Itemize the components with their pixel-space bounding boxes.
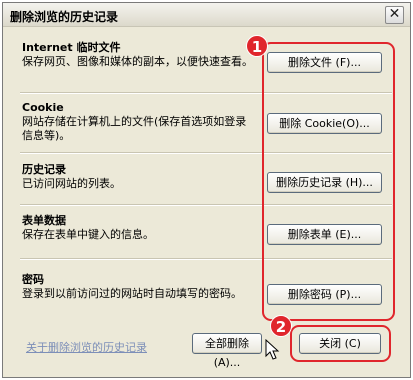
section-description: 网站存储在计算机上的文件(保存首选项如登录信息等)。 [22, 115, 247, 142]
annotation-badge-1: 1 [246, 35, 268, 57]
section-description: 已访问网站的列表。 [22, 177, 121, 190]
section-description: 保存在表单中键入的信息。 [22, 228, 154, 241]
section-description: 登录到以前访问过的网站时自动填写的密码。 [22, 287, 242, 300]
section-cookie: Cookie 网站存储在计算机上的文件(保存首选项如登录信息等)。 [22, 101, 254, 143]
section-title: Cookie [22, 101, 64, 114]
highlight-box-close [290, 325, 391, 362]
highlight-box-buttons [262, 42, 395, 321]
section-title: 表单数据 [22, 214, 66, 227]
about-link[interactable]: 关于删除浏览的历史记录 [26, 339, 147, 355]
dialog-title: 删除浏览的历史记录 [10, 10, 119, 24]
section-title: 历史记录 [22, 163, 66, 176]
section-title: Internet 临时文件 [22, 41, 121, 54]
section-history: 历史记录 已访问网站的列表。 [22, 163, 254, 191]
annotation-badge-2: 2 [270, 315, 292, 337]
section-description: 保存网页、图像和媒体的副本，以便快速查看。 [22, 55, 253, 68]
section-form-data: 表单数据 保存在表单中键入的信息。 [22, 214, 254, 242]
close-icon[interactable]: ✕ [385, 6, 404, 24]
delete-all-button[interactable]: 全部删除 (A)... [192, 333, 262, 369]
section-passwords: 密码 登录到以前访问过的网站时自动填写的密码。 [22, 273, 254, 301]
mouse-cursor-icon [265, 339, 280, 360]
section-title: 密码 [22, 273, 44, 286]
title-bar: 删除浏览的历史记录 ✕ [3, 3, 410, 27]
section-temp-files: Internet 临时文件 保存网页、图像和媒体的副本，以便快速查看。 [22, 41, 254, 69]
